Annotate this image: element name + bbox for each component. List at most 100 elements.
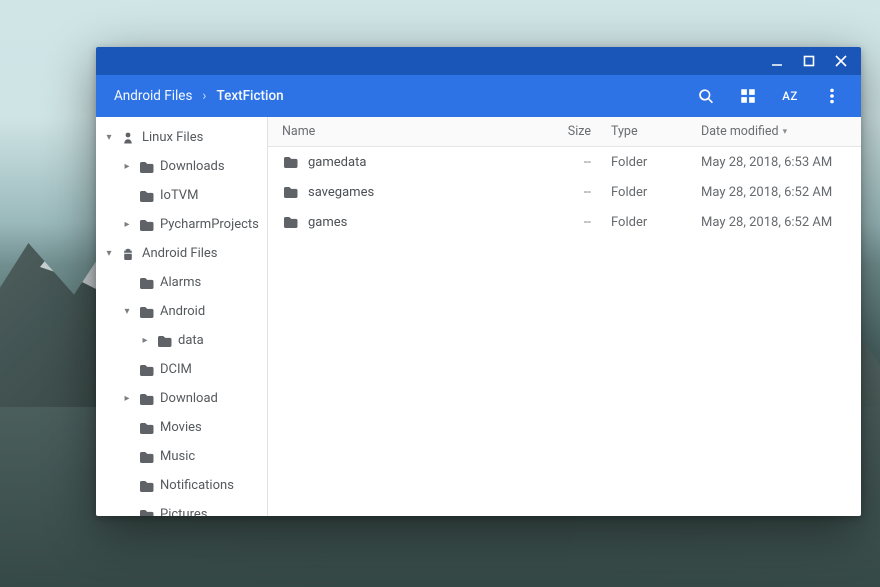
sidebar-item[interactable]: ▸Movies xyxy=(96,413,267,442)
column-header-type[interactable]: Type xyxy=(601,124,691,139)
sidebar-item[interactable]: ▸Alarms xyxy=(96,268,267,297)
maximize-icon xyxy=(802,54,816,68)
folder-icon xyxy=(138,304,154,320)
toolbar-actions: AZ xyxy=(687,77,851,115)
chevron-down-icon[interactable]: ▾ xyxy=(104,248,114,259)
sidebar-item[interactable]: ▸ data xyxy=(96,326,267,355)
folder-icon xyxy=(138,159,154,175)
grid-icon xyxy=(739,87,757,105)
folder-icon xyxy=(138,420,154,436)
sidebar-item[interactable]: ▸Notifications xyxy=(96,471,267,500)
view-grid-button[interactable] xyxy=(729,77,767,115)
file-date: May 28, 2018, 6:52 AM xyxy=(691,185,861,200)
file-name: gamedata xyxy=(308,155,366,170)
file-row[interactable]: savegames--FolderMay 28, 2018, 6:52 AM xyxy=(268,177,861,207)
folder-icon xyxy=(282,214,298,230)
chevron-right-icon[interactable]: ▸ xyxy=(122,161,132,172)
breadcrumb: Android Files › TextFiction xyxy=(114,88,687,104)
sidebar-item-label: Notifications xyxy=(160,478,234,493)
file-row[interactable]: gamedata--FolderMay 28, 2018, 6:53 AM xyxy=(268,147,861,177)
file-row[interactable]: games --FolderMay 28, 2018, 6:52 AM xyxy=(268,207,861,237)
sidebar-item-label: Android xyxy=(160,304,205,319)
search-icon xyxy=(697,87,715,105)
desktop-wallpaper: Android Files › TextFiction AZ xyxy=(0,0,880,587)
sidebar-item[interactable]: ▸Music xyxy=(96,442,267,471)
file-type: Folder xyxy=(601,185,691,200)
android-icon xyxy=(120,246,136,262)
folder-icon xyxy=(138,391,154,407)
sidebar-item-label: IoTVM xyxy=(160,188,198,203)
sidebar-tree[interactable]: ▾Linux Files▸Downloads▸IoTVM▸PycharmProj… xyxy=(96,117,268,516)
chevron-right-icon[interactable]: ▸ xyxy=(140,335,150,346)
sidebar-item[interactable]: ▾ Android Files xyxy=(96,239,267,268)
breadcrumb-current[interactable]: TextFiction xyxy=(216,88,283,104)
file-size: -- xyxy=(531,155,601,170)
sidebar-item-label: data xyxy=(178,333,204,348)
chevron-down-icon[interactable]: ▾ xyxy=(122,306,132,317)
more-vertical-icon xyxy=(823,87,841,105)
folder-icon xyxy=(282,184,298,200)
chevron-right-icon[interactable]: ▸ xyxy=(122,219,132,230)
file-name-cell: gamedata xyxy=(268,154,531,170)
window-close-button[interactable] xyxy=(827,47,855,75)
folder-icon xyxy=(138,478,154,494)
sidebar-item-label: Linux Files xyxy=(142,130,203,145)
sidebar-item-label: Movies xyxy=(160,420,202,435)
sidebar-item[interactable]: ▾ Android xyxy=(96,297,267,326)
sidebar-item[interactable]: ▸PycharmProjects xyxy=(96,210,267,239)
sidebar-item-label: Android Files xyxy=(142,246,218,261)
chevron-right-icon: › xyxy=(202,88,206,104)
column-label: Date modified xyxy=(701,124,779,139)
chevron-down-icon[interactable]: ▾ xyxy=(104,132,114,143)
sidebar-item-label: Music xyxy=(160,449,195,464)
file-date: May 28, 2018, 6:52 AM xyxy=(691,215,861,230)
toolbar: Android Files › TextFiction AZ xyxy=(96,75,861,117)
linux-icon xyxy=(120,130,136,146)
window-minimize-button[interactable] xyxy=(763,47,791,75)
file-name-cell: games xyxy=(268,214,531,230)
file-size: -- xyxy=(531,185,601,200)
folder-icon xyxy=(138,217,154,233)
folder-icon xyxy=(138,275,154,291)
folder-icon xyxy=(138,362,154,378)
search-button[interactable] xyxy=(687,77,725,115)
file-type: Folder xyxy=(601,155,691,170)
sidebar-item[interactable]: ▸IoTVM xyxy=(96,181,267,210)
column-label: Type xyxy=(611,124,638,139)
files-window: Android Files › TextFiction AZ xyxy=(96,47,861,516)
sidebar-item-label: Downloads xyxy=(160,159,225,174)
breadcrumb-root[interactable]: Android Files xyxy=(114,88,192,104)
folder-icon xyxy=(138,188,154,204)
column-header-size[interactable]: Size xyxy=(531,124,601,139)
sidebar-item-label: Alarms xyxy=(160,275,201,290)
sidebar-item[interactable]: ▸Download xyxy=(96,384,267,413)
minimize-icon xyxy=(770,54,784,68)
window-titlebar[interactable] xyxy=(96,47,861,75)
sort-button[interactable]: AZ xyxy=(771,77,809,115)
chevron-right-icon[interactable]: ▸ xyxy=(122,393,132,404)
folder-icon xyxy=(138,507,154,517)
column-headers: Name Size Type Date modified ▾ xyxy=(268,117,861,147)
sort-descending-icon: ▾ xyxy=(783,127,788,137)
column-label: Size xyxy=(568,124,591,139)
file-name: games xyxy=(308,215,347,230)
sidebar-item[interactable]: ▸DCIM xyxy=(96,355,267,384)
folder-icon xyxy=(138,449,154,465)
window-maximize-button[interactable] xyxy=(795,47,823,75)
file-rows: gamedata--FolderMay 28, 2018, 6:53 AMsav… xyxy=(268,147,861,516)
file-size: -- xyxy=(531,215,601,230)
sidebar-item-label: DCIM xyxy=(160,362,192,377)
sidebar-item[interactable]: ▸Pictures xyxy=(96,500,267,516)
file-type: Folder xyxy=(601,215,691,230)
column-label: Name xyxy=(282,124,315,139)
folder-icon xyxy=(156,333,172,349)
close-icon xyxy=(834,54,848,68)
overflow-menu-button[interactable] xyxy=(813,77,851,115)
sidebar-item[interactable]: ▾ Linux Files xyxy=(96,123,267,152)
column-header-date[interactable]: Date modified ▾ xyxy=(691,124,861,139)
sidebar-item-label: Pictures xyxy=(160,507,207,516)
sidebar-item[interactable]: ▸ Downloads xyxy=(96,152,267,181)
file-name-cell: savegames xyxy=(268,184,531,200)
file-listing: Name Size Type Date modified ▾ gamedata --… xyxy=(268,117,861,516)
column-header-name[interactable]: Name xyxy=(268,124,531,139)
